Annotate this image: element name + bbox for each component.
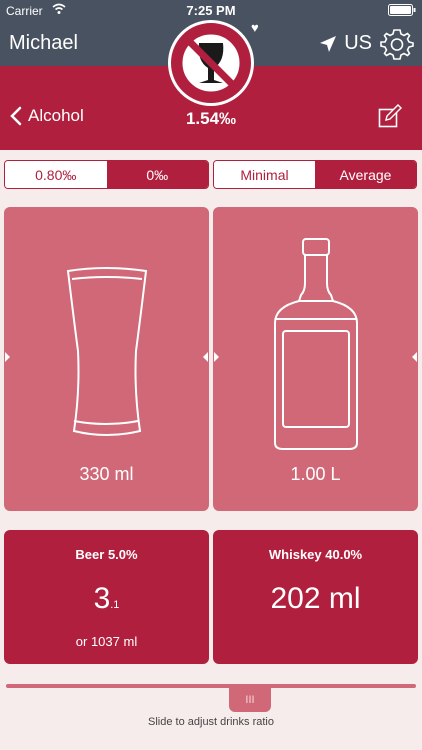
mode-option-minimal[interactable]: Minimal [214,161,315,188]
no-drinking-icon [177,29,245,97]
location-button[interactable]: US [318,32,372,55]
limit-segmented-control: 0.80‰ 0‰ [4,160,209,189]
whiskey-bottle-icon [274,238,358,450]
chevron-left-icon [10,106,22,126]
heart-icon: ♥ [251,20,259,35]
ratio-slider-track[interactable] [6,684,416,688]
ratio-slider-handle[interactable]: III [229,688,271,712]
whiskey-amount-value: 202 [270,582,321,615]
status-time: 7:25 PM [186,3,236,18]
beer-volume: 330 ml [79,464,134,484]
whiskey-picker-panel[interactable]: 1.00 L [213,207,418,511]
battery-icon [388,4,416,16]
status-bar: Carrier 7:25 PM [0,0,422,20]
beer-note: or 1037 ml [75,634,138,649]
whiskey-title: Whiskey 40.0% [268,547,363,562]
beer-amount-fraction: .1 [110,599,120,611]
mode-option-average[interactable]: Average [315,161,416,188]
beer-amount-value: 3 [93,582,111,615]
user-name-button[interactable]: Michael [9,32,78,55]
edit-icon[interactable] [378,104,402,128]
slider-hint: Slide to adjust drinks ratio [148,716,274,728]
whiskey-volume: 1.00 L [290,464,341,484]
limit-option-0[interactable]: 0‰ [106,161,208,188]
whiskey-amount: 202 ml [213,582,418,616]
whiskey-amount-unit: ml [328,582,361,615]
whiskey-result-card: Whiskey 40.0% 202 ml [213,530,418,664]
main-content: 0.80‰ 0‰ Minimal Average 330 ml 1.00 L B… [0,150,422,750]
mode-segmented-control: Minimal Average [213,160,417,189]
back-label: Alcohol [28,106,84,125]
beer-glass-icon [66,267,148,436]
location-arrow-icon [320,35,337,52]
no-alcohol-logo [168,20,254,106]
beer-result-card: Beer 5.0% 3.1 or 1037 ml [4,530,209,664]
beer-picker-panel[interactable]: 330 ml [4,207,209,511]
beer-amount: 3.1 [4,582,209,616]
location-label: US [344,32,372,54]
limit-option-080[interactable]: 0.80‰ [5,161,107,188]
beer-title: Beer 5.0% [75,547,138,562]
back-button[interactable]: Alcohol [10,106,84,126]
gear-icon[interactable] [380,27,414,61]
